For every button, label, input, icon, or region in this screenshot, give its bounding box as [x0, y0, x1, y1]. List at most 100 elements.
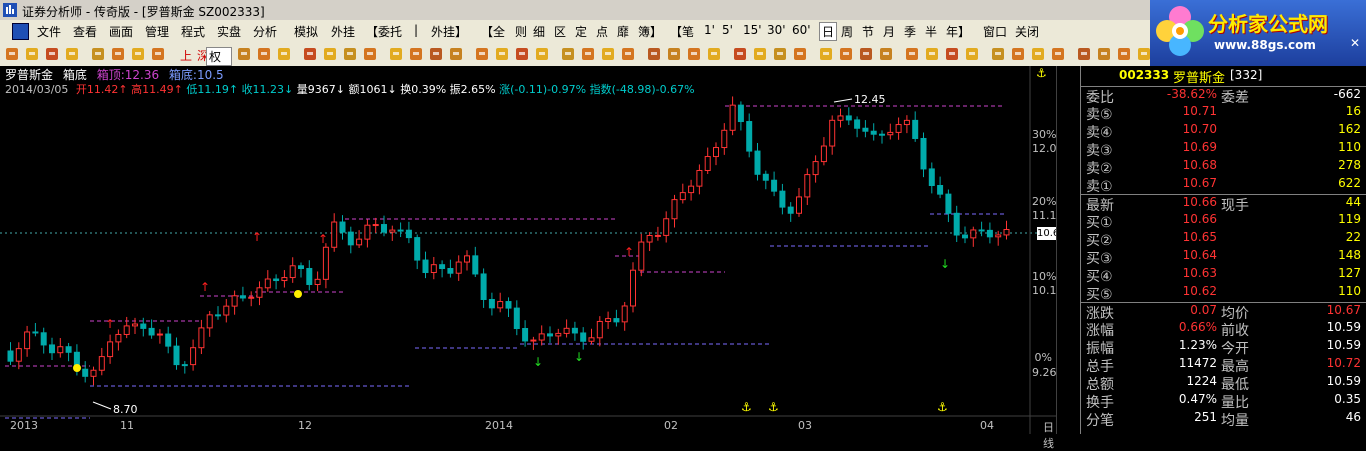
line-tool-icon[interactable] — [964, 46, 980, 62]
cross-tool-icon[interactable] — [236, 46, 252, 62]
menu-tool-icon[interactable] — [1076, 46, 1092, 62]
quote-row: 最新 10.66 现手 44 — [1081, 194, 1366, 214]
menu-item-17[interactable]: 点 — [596, 23, 608, 40]
brush-tool-icon[interactable] — [818, 46, 834, 62]
report-tool-icon[interactable] — [686, 46, 702, 62]
pen-tool-icon[interactable] — [44, 46, 60, 62]
menu-item-12[interactable]: 【全 — [481, 23, 505, 40]
menu-item-2[interactable]: 画面 — [109, 23, 133, 40]
cross-tool-icon[interactable] — [924, 46, 940, 62]
menu-item-7[interactable]: 模拟 — [294, 23, 318, 40]
pen-tool-icon[interactable] — [1116, 46, 1132, 62]
candle-body — [289, 265, 296, 279]
menu-item-4[interactable]: 程式 — [181, 23, 205, 40]
move-tool-icon[interactable] — [752, 46, 768, 62]
menu-item-22[interactable]: 5' — [722, 23, 733, 37]
menu-tool-icon[interactable] — [4, 46, 20, 62]
menu-item-21[interactable]: 1' — [704, 23, 715, 37]
menu-item-18[interactable]: 靡 — [617, 23, 629, 40]
cross-tool-icon[interactable] — [580, 46, 596, 62]
left-tool-icon[interactable] — [534, 46, 550, 62]
move-tool-icon[interactable] — [24, 46, 40, 62]
right-tool-icon[interactable] — [904, 46, 920, 62]
menu-item-33[interactable]: 窗口 — [983, 23, 1007, 40]
window-tool-icon[interactable] — [706, 46, 722, 62]
doc-menu-icon[interactable] — [12, 23, 29, 40]
bar-tool-icon[interactable] — [666, 46, 682, 62]
zoom-in-tool-icon[interactable] — [838, 46, 854, 62]
menu-tool-icon[interactable] — [732, 46, 748, 62]
window-tool-icon[interactable] — [362, 46, 378, 62]
toolbar-label-2[interactable]: 权 — [206, 47, 233, 66]
menu-item-34[interactable]: 关闭 — [1015, 23, 1039, 40]
menu-item-10[interactable]: | — [414, 23, 418, 37]
toolbar-label-0[interactable]: 上 — [180, 47, 192, 64]
menu-item-6[interactable]: 分析 — [253, 23, 277, 40]
right-tool-icon[interactable] — [560, 46, 576, 62]
menu-item-11[interactable]: 外挂】 — [431, 23, 467, 40]
menu-item-27[interactable]: 周 — [841, 23, 853, 40]
pen-tool-icon[interactable] — [772, 46, 788, 62]
quote-value-2: 10.67 — [1326, 303, 1361, 317]
menu-item-15[interactable]: 区 — [554, 23, 566, 40]
menu-item-31[interactable]: 半 — [925, 23, 937, 40]
menu-item-9[interactable]: 【委托 — [366, 23, 402, 40]
left-tool-icon[interactable] — [878, 46, 894, 62]
candle-body — [256, 287, 263, 298]
move-tool-icon[interactable] — [1096, 46, 1112, 62]
line-tool-icon[interactable] — [276, 46, 292, 62]
bar-tool-icon[interactable] — [322, 46, 338, 62]
bar-tool-icon[interactable] — [1010, 46, 1026, 62]
x-tick-2: 12 — [298, 419, 312, 432]
menu-item-3[interactable]: 管理 — [145, 23, 169, 40]
quote-value-2: 127 — [1338, 266, 1361, 280]
brush-tool-icon[interactable] — [90, 46, 106, 62]
menu-item-16[interactable]: 定 — [575, 23, 587, 40]
ruler-tool-icon[interactable] — [448, 46, 464, 62]
candlestick-chart[interactable]: 罗普斯金 箱底 箱顶:12.36 箱底:10.5 2014/03/05 开11.… — [0, 66, 1066, 450]
rect-tool-icon[interactable] — [944, 46, 960, 62]
window-tool-icon[interactable] — [1050, 46, 1066, 62]
zoom-out-tool-icon[interactable] — [858, 46, 874, 62]
menu-item-28[interactable]: 节 — [862, 23, 874, 40]
menu-item-1[interactable]: 查看 — [73, 23, 97, 40]
menu-item-20[interactable]: 【笔 — [670, 23, 694, 40]
zoom-in-tool-icon[interactable] — [494, 46, 510, 62]
report-tool-icon[interactable] — [1030, 46, 1046, 62]
brush-tool-icon[interactable] — [474, 46, 490, 62]
zoom-in-tool-icon[interactable] — [110, 46, 126, 62]
menu-item-23[interactable]: 15' — [743, 23, 762, 37]
zoom-out-tool-icon[interactable] — [130, 46, 146, 62]
ruler-tool-icon[interactable] — [64, 46, 80, 62]
report-tool-icon[interactable] — [342, 46, 358, 62]
menu-item-8[interactable]: 外挂 — [331, 23, 355, 40]
pen-tool-icon[interactable] — [428, 46, 444, 62]
rect-tool-icon[interactable] — [600, 46, 616, 62]
menu-item-5[interactable]: 实盘 — [217, 23, 241, 40]
menu-item-26[interactable]: 日 — [819, 22, 838, 41]
line-tool-icon[interactable] — [620, 46, 636, 62]
menu-item-24[interactable]: 30' — [767, 23, 786, 37]
menu-item-13[interactable]: 则 — [515, 23, 527, 40]
menu-item-14[interactable]: 细 — [533, 23, 545, 40]
chart-tool-icon[interactable] — [302, 46, 318, 62]
menu-item-32[interactable]: 年】 — [946, 23, 970, 40]
menu-item-29[interactable]: 月 — [883, 23, 895, 40]
move-tool-icon[interactable] — [408, 46, 424, 62]
menu-item-19[interactable]: 簿】 — [638, 23, 662, 40]
candle-body — [862, 127, 869, 132]
ruler-tool-icon[interactable] — [792, 46, 808, 62]
price-plot[interactable]: ↑ ↑ ↑ ↑ ↑ ↓ ↓ ↓ ⚓ ⚓ ⚓ 12.45 8.70 — [0, 66, 1056, 434]
candle-body — [630, 269, 636, 307]
chart-tool-icon[interactable] — [990, 46, 1006, 62]
zoom-out-tool-icon[interactable] — [514, 46, 530, 62]
rect-tool-icon[interactable] — [256, 46, 272, 62]
menu-item-25[interactable]: 60' — [792, 23, 811, 37]
menu-item-30[interactable]: 季 — [904, 23, 916, 40]
left-tool-icon[interactable] — [150, 46, 166, 62]
chart-tool-icon[interactable] — [646, 46, 662, 62]
menu-tool-icon[interactable] — [388, 46, 404, 62]
close-icon[interactable]: ✕ — [1350, 36, 1362, 50]
menu-item-0[interactable]: 文件 — [37, 23, 61, 40]
candle-body — [571, 327, 578, 334]
